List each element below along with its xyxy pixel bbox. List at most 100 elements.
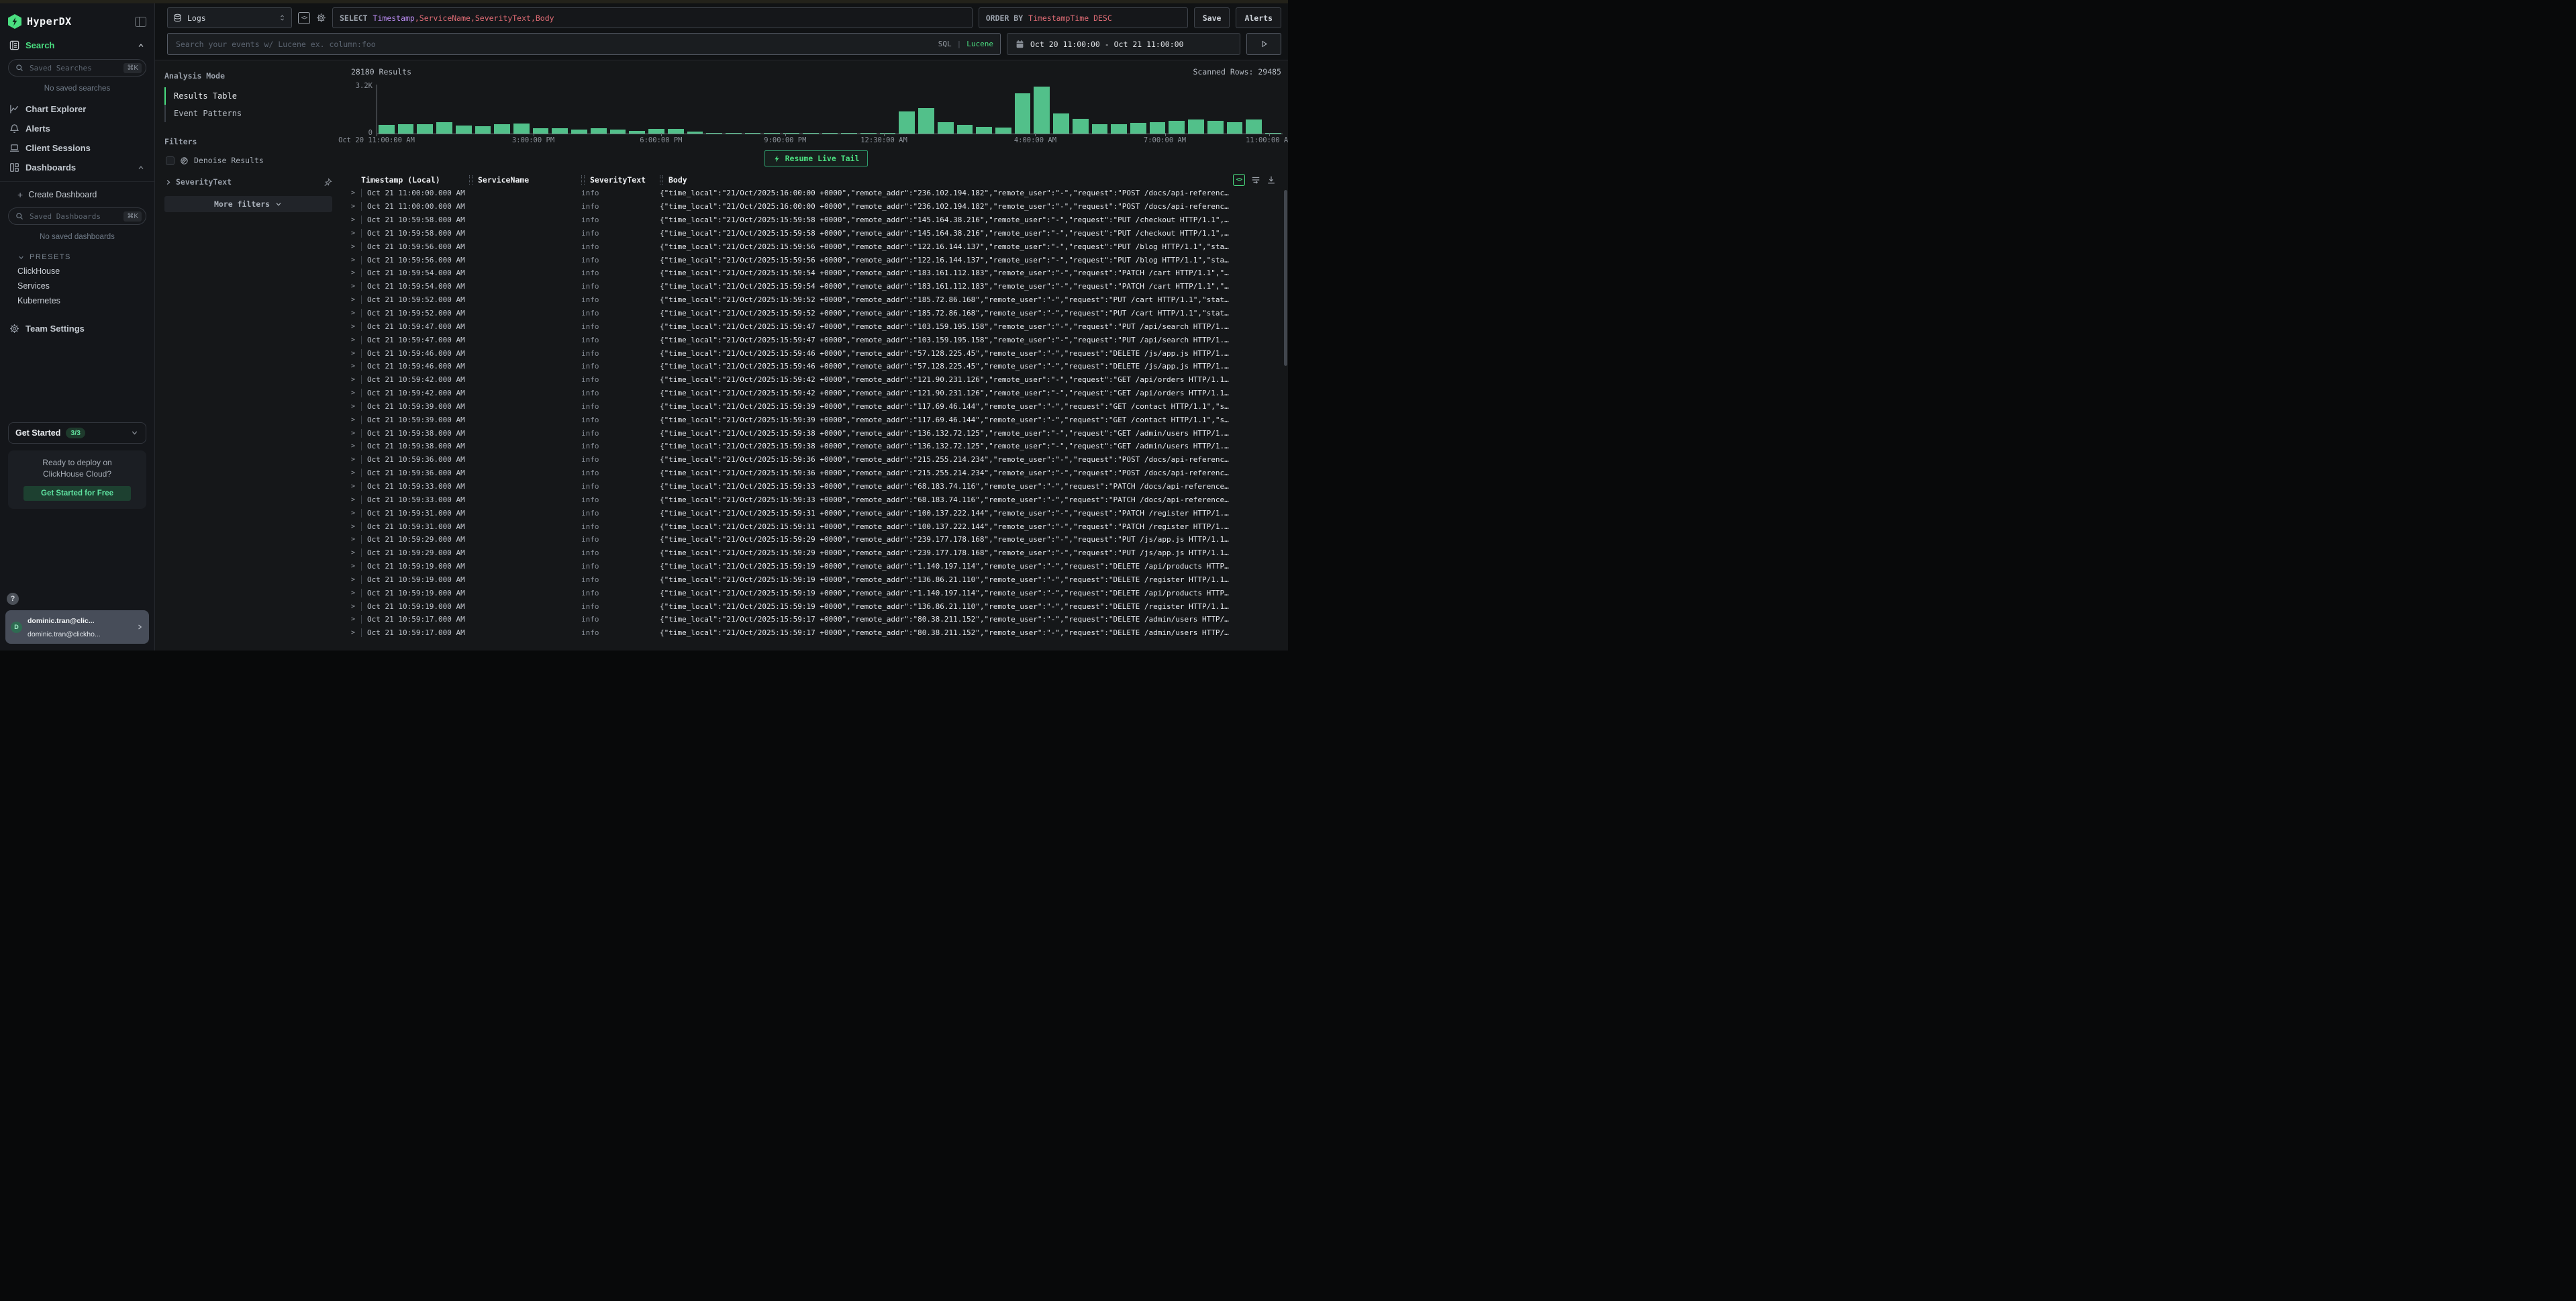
row-expand-icon[interactable]: > [350,523,361,530]
histogram-bar[interactable] [571,130,587,134]
row-expand-icon[interactable]: > [350,389,361,397]
table-row[interactable]: >Oct 21 10:59:19.000 AMinfo{"time_local"… [350,560,1283,573]
row-expand-icon[interactable]: > [350,309,361,317]
table-row[interactable]: >Oct 21 10:59:33.000 AMinfo{"time_local"… [350,480,1283,493]
histogram-bar[interactable] [629,131,645,134]
sidebar-item-client-sessions[interactable]: Client Sessions [0,138,154,158]
histogram-bar[interactable] [764,133,780,134]
histogram-bar[interactable] [822,133,838,134]
histogram-bar[interactable] [1034,87,1050,134]
table-row[interactable]: >Oct 21 10:59:17.000 AMinfo{"time_local"… [350,626,1283,640]
row-expand-icon[interactable]: > [350,336,361,344]
row-expand-icon[interactable]: > [350,323,361,330]
user-account-menu[interactable]: D dominic.tran@clic... dominic.tran@clic… [5,610,149,644]
histogram-bar[interactable] [918,108,934,134]
presets-toggle[interactable]: PRESETS [0,248,154,264]
row-expand-icon[interactable]: > [350,203,361,210]
col-header-servicename[interactable]: ServiceName [469,175,581,185]
row-expand-icon[interactable]: > [350,536,361,543]
sidebar-item-alerts[interactable]: Alerts [0,119,154,138]
get-started-free-button[interactable]: Get Started for Free [23,486,131,501]
histogram-bar[interactable] [745,133,761,134]
histogram-bar[interactable] [995,128,1011,134]
create-dashboard-button[interactable]: + Create Dashboard [0,186,154,203]
saved-dashboards-input[interactable] [28,211,123,222]
histogram-bar[interactable] [398,124,414,134]
event-search-input[interactable] [175,39,933,50]
table-row[interactable]: >Oct 21 10:59:36.000 AMinfo{"time_local"… [350,467,1283,480]
histogram-bar[interactable] [591,128,607,134]
row-expand-icon[interactable]: > [350,269,361,277]
histogram-bar[interactable] [1265,133,1281,134]
table-row[interactable]: >Oct 21 10:59:52.000 AMinfo{"time_local"… [350,307,1283,320]
wrap-lines-icon[interactable] [1251,175,1260,185]
table-row[interactable]: >Oct 21 10:59:52.000 AMinfo{"time_local"… [350,293,1283,307]
row-expand-icon[interactable]: > [350,616,361,623]
table-row[interactable]: >Oct 21 10:59:29.000 AMinfo{"time_local"… [350,533,1283,546]
histogram-bar[interactable] [456,126,472,134]
row-expand-icon[interactable]: > [350,430,361,437]
row-expand-icon[interactable]: > [350,576,361,583]
table-row[interactable]: >Oct 21 10:59:19.000 AMinfo{"time_local"… [350,586,1283,599]
table-row[interactable]: >Oct 21 10:59:54.000 AMinfo{"time_local"… [350,280,1283,293]
sidebar-item-chart-explorer[interactable]: Chart Explorer [0,99,154,119]
table-row[interactable]: >Oct 21 10:59:42.000 AMinfo{"time_local"… [350,373,1283,387]
histogram-bar[interactable] [552,128,568,134]
row-expand-icon[interactable]: > [350,216,361,224]
row-expand-icon[interactable]: > [350,442,361,450]
histogram-bar[interactable] [687,132,703,134]
get-started-toggle[interactable]: Get Started 3/3 [8,422,146,444]
row-expand-icon[interactable]: > [350,496,361,503]
source-settings-gear-icon[interactable] [316,13,326,23]
facet-severitytext[interactable]: SeverityText [164,177,332,187]
table-row[interactable]: >Oct 21 10:59:31.000 AMinfo{"time_local"… [350,506,1283,520]
histogram-bar[interactable] [648,129,664,134]
pin-icon[interactable] [324,178,332,187]
histogram-bar[interactable] [726,133,742,134]
sidebar-item-search[interactable]: Search [0,36,154,55]
table-row[interactable]: >Oct 21 10:59:29.000 AMinfo{"time_local"… [350,546,1283,560]
histogram-bar[interactable] [475,126,491,134]
preset-clickhouse[interactable]: ClickHouse [0,264,154,279]
histogram-bar[interactable] [1015,93,1031,134]
row-expand-icon[interactable]: > [350,230,361,237]
row-expand-icon[interactable]: > [350,256,361,264]
histogram-bar[interactable] [533,128,549,134]
saved-searches-input[interactable] [28,63,123,73]
histogram-bar[interactable] [1111,124,1127,134]
table-row[interactable]: >Oct 21 11:00:00.000 AMinfo{"time_local"… [350,200,1283,213]
histogram-bar[interactable] [1207,121,1224,134]
table-row[interactable]: >Oct 21 10:59:54.000 AMinfo{"time_local"… [350,267,1283,280]
col-header-severitytext[interactable]: SeverityText [581,175,660,185]
histogram-bar[interactable] [957,125,973,134]
event-search-box[interactable]: SQL | Lucene [167,33,1001,55]
table-row[interactable]: >Oct 21 10:59:47.000 AMinfo{"time_local"… [350,333,1283,346]
preset-services[interactable]: Services [0,279,154,293]
histogram-bar[interactable] [1169,121,1185,134]
histogram-bar[interactable] [860,133,877,134]
row-expand-icon[interactable]: > [350,589,361,597]
table-row[interactable]: >Oct 21 10:59:46.000 AMinfo{"time_local"… [350,360,1283,373]
row-expand-icon[interactable]: > [350,376,361,383]
denoise-checkbox[interactable] [166,156,175,165]
column-resize-handle[interactable] [469,175,473,185]
select-clause-input[interactable]: SELECT Timestamp,ServiceName,SeverityTex… [332,7,973,28]
table-row[interactable]: >Oct 21 10:59:39.000 AMinfo{"time_local"… [350,413,1283,426]
histogram-bar[interactable] [899,111,915,134]
orderby-clause-input[interactable]: ORDER BY TimestampTime DESC [979,7,1188,28]
table-row[interactable]: >Oct 21 10:59:38.000 AMinfo{"time_local"… [350,440,1283,453]
sidebar-item-dashboards[interactable]: Dashboards [0,158,154,177]
histogram-bar[interactable] [976,127,992,134]
source-select[interactable]: Logs [167,7,292,28]
help-button[interactable]: ? [7,593,19,605]
table-row[interactable]: >Oct 21 10:59:19.000 AMinfo{"time_local"… [350,573,1283,586]
histogram-bar[interactable] [1227,122,1243,134]
saved-searches-search[interactable]: ⌘K [8,59,146,77]
row-expand-icon[interactable]: > [350,563,361,570]
table-row[interactable]: >Oct 21 10:59:58.000 AMinfo{"time_local"… [350,213,1283,227]
json-view-icon[interactable]: <> [1233,174,1245,186]
table-row[interactable]: >Oct 21 10:59:56.000 AMinfo{"time_local"… [350,240,1283,253]
table-row[interactable]: >Oct 21 11:00:00.000 AMinfo{"time_local"… [350,187,1283,200]
histogram-bar[interactable] [1246,119,1262,134]
row-expand-icon[interactable]: > [350,243,361,250]
